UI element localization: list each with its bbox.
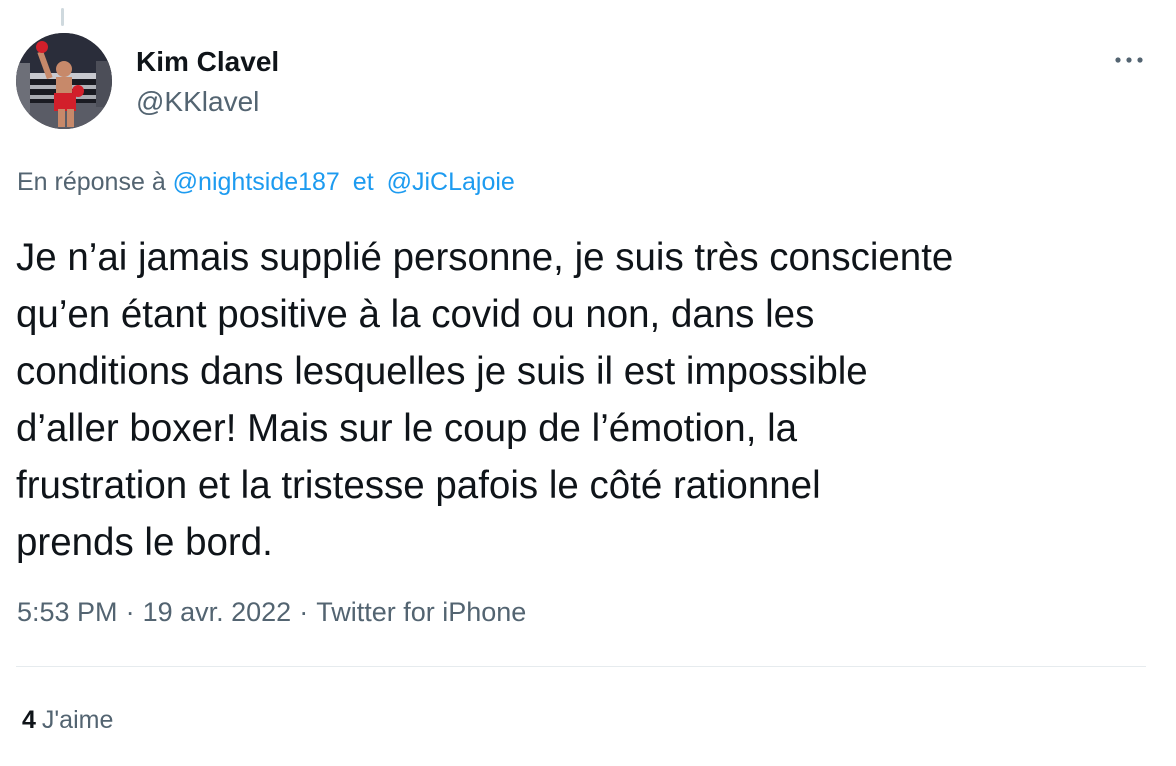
divider (16, 666, 1146, 667)
reply-context: En réponse à @nightside187 et @JiCLajoie (17, 168, 515, 197)
meta-separator: · (299, 597, 309, 627)
tweet-text: Je n’ai jamais supplié personne, je suis… (16, 236, 954, 564)
likes-label: J'aime (41, 706, 114, 734)
likes-stat[interactable]: 4 J'aime (22, 706, 113, 735)
likes-count: 4 (22, 706, 36, 734)
tweet-date[interactable]: 19 avr. 2022 (143, 597, 292, 627)
tweet-source[interactable]: Twitter for iPhone (316, 597, 526, 627)
reply-separator: et (352, 168, 374, 196)
mention-link-nightside187[interactable]: @nightside187 (173, 168, 340, 196)
reply-prefix: En réponse à (17, 168, 166, 196)
mention-link-jiclajoie[interactable]: @JiCLajoie (387, 168, 515, 196)
tweet-metadata: 5:53 PM · 19 avr. 2022 · Twitter for iPhone (17, 597, 526, 628)
meta-separator: · (125, 597, 135, 627)
tweet-time[interactable]: 5:53 PM (17, 597, 118, 627)
avatar-image (16, 33, 112, 129)
thread-connector-line (61, 8, 64, 26)
more-horizontal-icon[interactable] (1112, 48, 1146, 72)
author-display-name[interactable]: Kim Clavel (136, 46, 279, 78)
avatar[interactable] (16, 33, 112, 129)
author-handle[interactable]: @KKlavel (136, 86, 259, 118)
